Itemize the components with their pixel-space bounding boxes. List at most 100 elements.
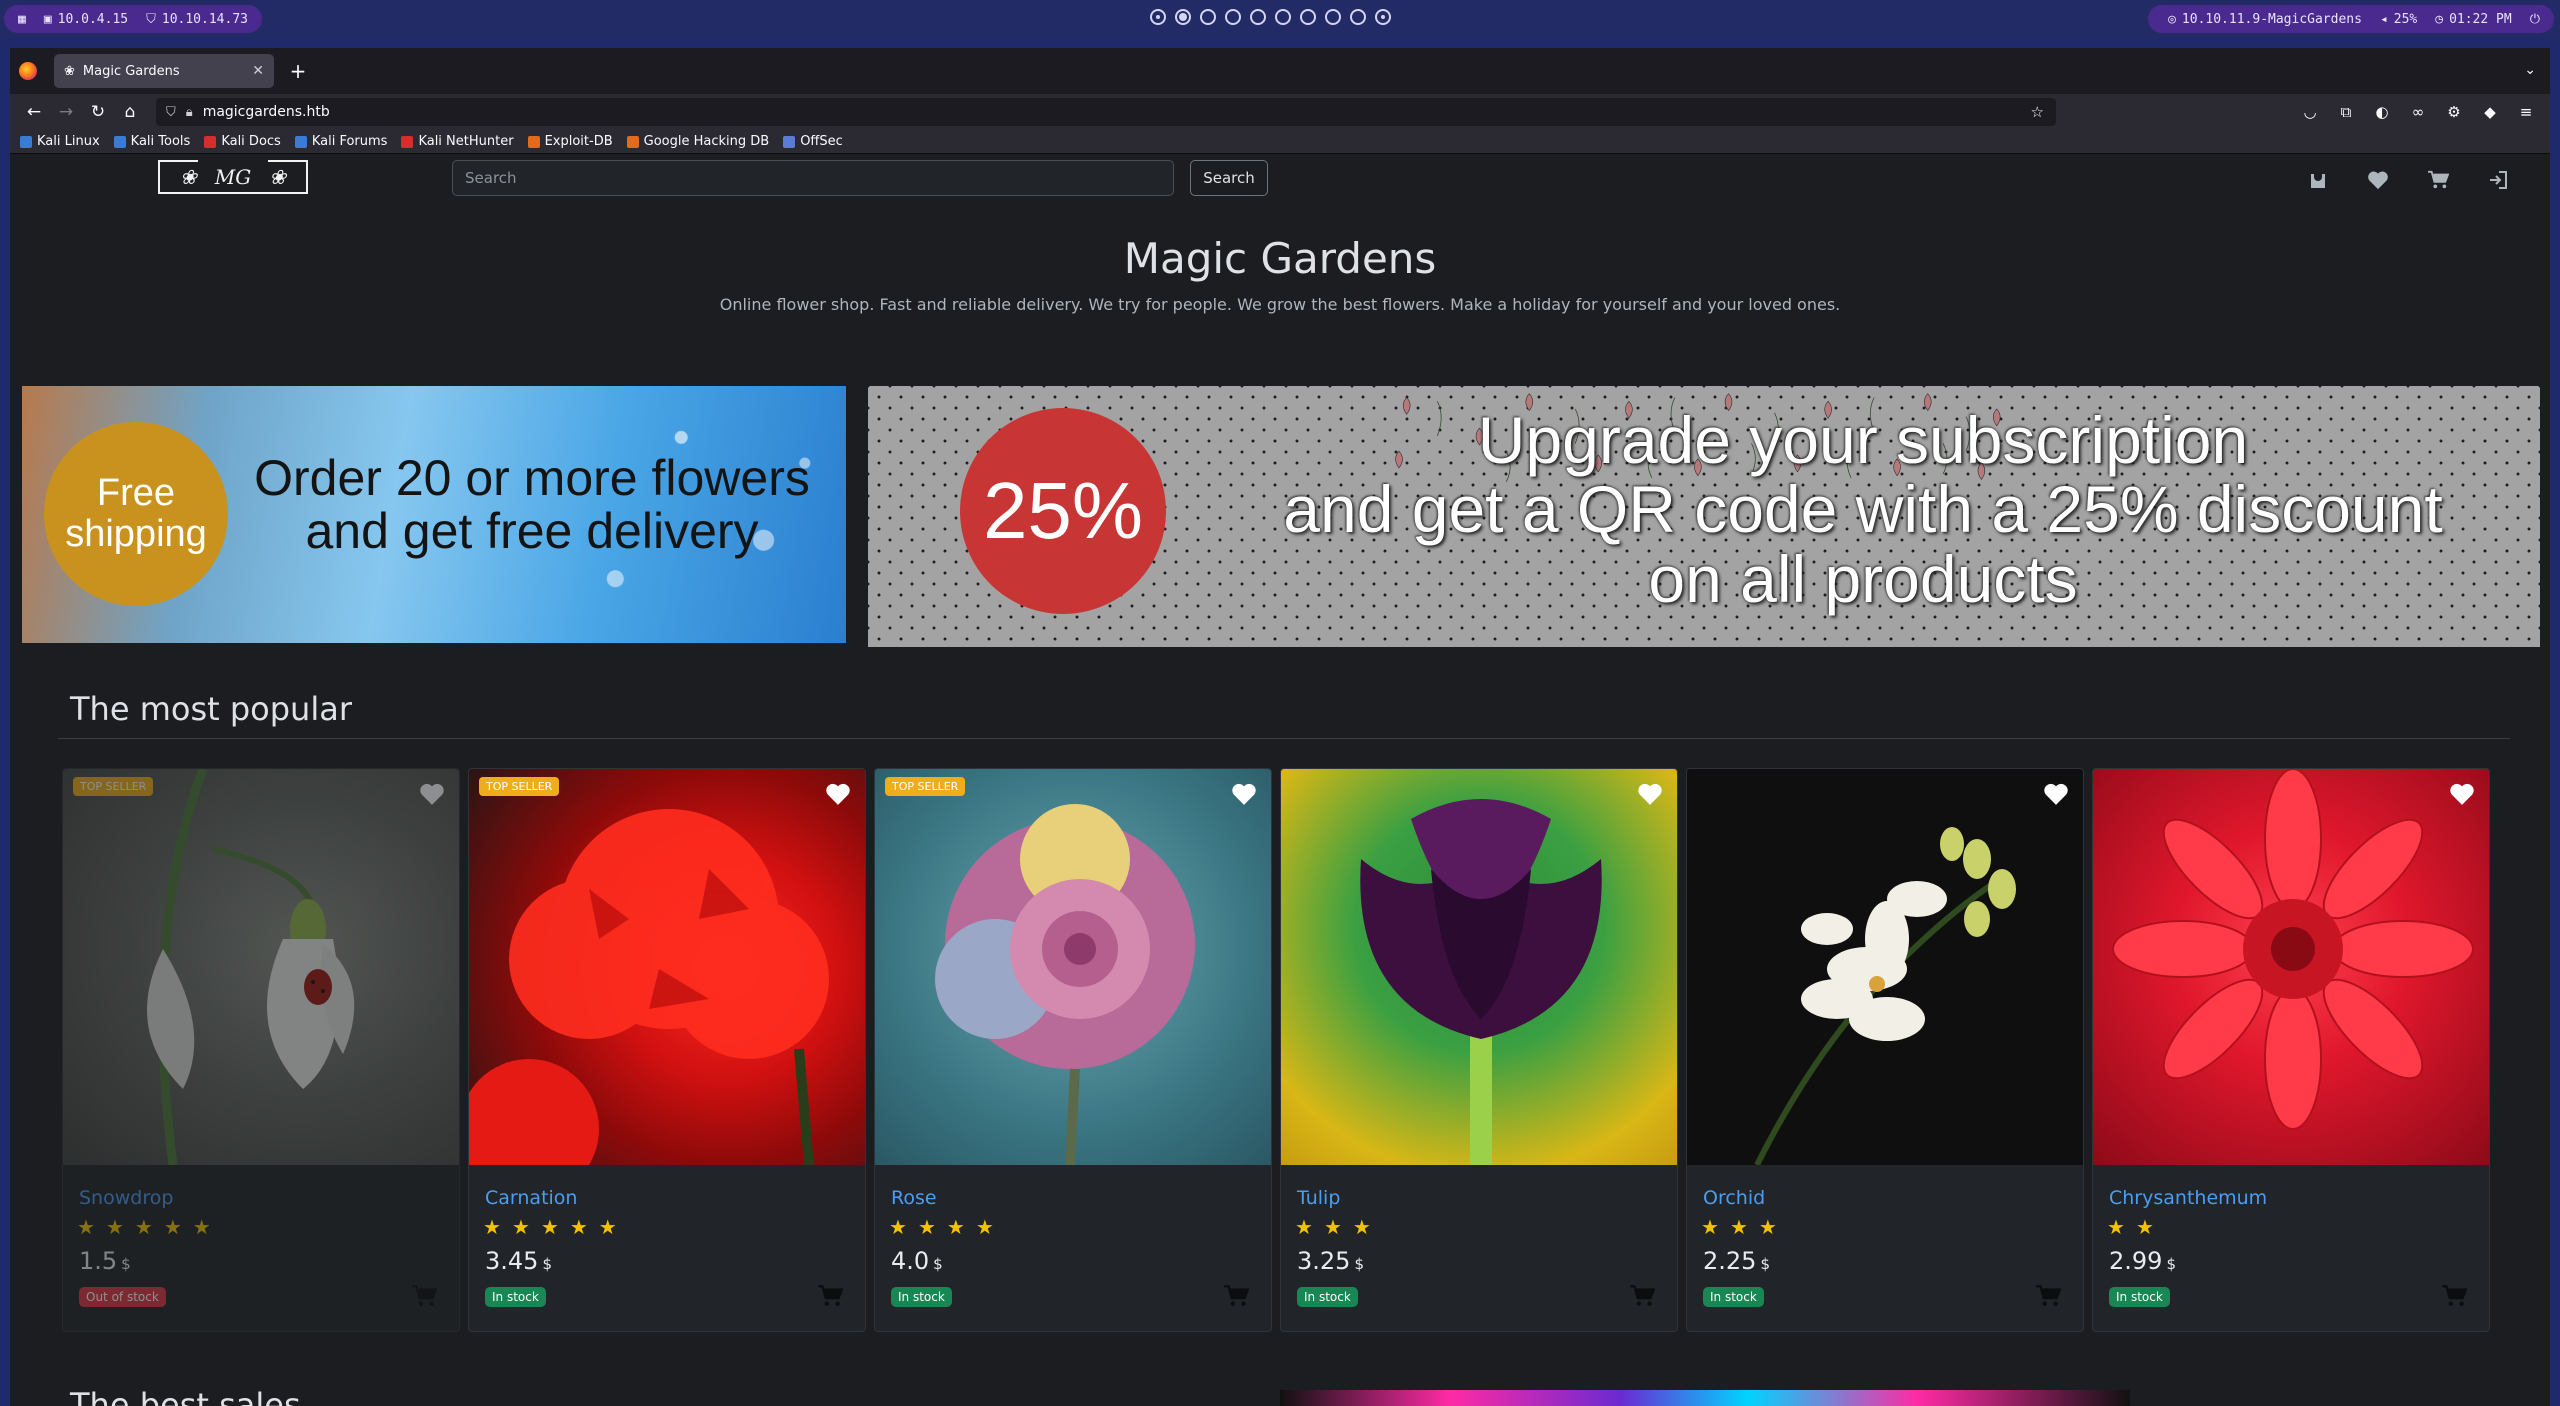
back-button[interactable]: ← — [18, 98, 50, 126]
site-logo[interactable]: ❀ MG ❀ — [158, 160, 308, 194]
workspace-dot[interactable] — [1200, 9, 1216, 25]
rose-image[interactable]: TOP SELLER — [875, 769, 1271, 1165]
add-to-cart-icon[interactable] — [1223, 1283, 1249, 1309]
home-button[interactable]: ⌂ — [114, 98, 146, 126]
product-name[interactable]: Carnation — [485, 1187, 577, 1209]
menu-icon[interactable]: ≡ — [2512, 98, 2540, 126]
star-icon: ★ — [1729, 1215, 1748, 1239]
favorite-heart-icon[interactable] — [419, 781, 445, 807]
product-name[interactable]: Orchid — [1703, 1187, 1765, 1209]
add-to-cart-icon[interactable] — [411, 1283, 437, 1309]
kali-icon — [20, 135, 32, 148]
volume[interactable]: ◂ 25% — [2380, 12, 2417, 27]
stock-badge: In stock — [891, 1287, 952, 1307]
free-shipping-banner[interactable]: Free shipping Order 20 or more flowers a… — [22, 386, 846, 643]
site-header: ❀ MG ❀ Search — [10, 154, 2550, 224]
search-input[interactable] — [452, 160, 1174, 196]
add-to-cart-icon[interactable] — [2441, 1283, 2467, 1309]
bookmark-exploit-db[interactable]: Exploit-DB — [527, 134, 613, 149]
product-name[interactable]: Tulip — [1297, 1187, 1340, 1209]
settings-icon[interactable]: ⚙ — [2440, 98, 2468, 126]
workspace-dot[interactable] — [1375, 9, 1391, 25]
cart-icon[interactable] — [2426, 168, 2450, 192]
bookmark-kali-docs[interactable]: Kali Docs — [204, 134, 281, 149]
workspace-dot-active[interactable] — [1175, 9, 1191, 25]
favorite-heart-icon[interactable] — [825, 781, 851, 807]
ghdb-icon — [626, 135, 639, 148]
bookmark-kali-forums[interactable]: Kali Forums — [294, 134, 387, 149]
login-icon[interactable] — [2486, 168, 2510, 192]
workspace-dot[interactable] — [1275, 9, 1291, 25]
favorite-heart-icon[interactable] — [2043, 781, 2069, 807]
power-icon[interactable]: ⏻ — [2530, 12, 2540, 27]
forward-button[interactable]: → — [50, 98, 82, 126]
firefox-icon[interactable] — [10, 48, 46, 94]
chevron-down-icon[interactable]: ⌄ — [2524, 62, 2536, 78]
addon-icon[interactable]: ◆ — [2476, 98, 2504, 126]
close-icon[interactable]: ✕ — [252, 63, 264, 79]
favorite-heart-icon[interactable] — [2449, 781, 2475, 807]
product-card-rose[interactable]: TOP SELLER Rose ★ ★ ★ ★ 4.0 $ In stock — [874, 768, 1272, 1332]
snowdrop-image[interactable]: TOP SELLER — [63, 769, 459, 1165]
orchid-image[interactable] — [1687, 769, 2083, 1165]
add-to-cart-icon[interactable] — [817, 1283, 843, 1309]
bookmark-offsec[interactable]: OffSec — [783, 134, 843, 149]
star-icon: ★ — [163, 1215, 182, 1239]
add-to-cart-icon[interactable] — [1629, 1283, 1655, 1309]
product-name[interactable]: Chrysanthemum — [2109, 1187, 2267, 1209]
bookmark-star-icon[interactable]: ☆ — [2031, 103, 2044, 121]
star-icon: ★ — [917, 1215, 936, 1239]
star-icon: ★ — [946, 1215, 965, 1239]
product-name[interactable]: Rose — [891, 1187, 937, 1209]
nethunter-icon — [401, 135, 414, 148]
product-name[interactable]: Snowdrop — [79, 1187, 173, 1209]
logo-text: MG — [214, 165, 252, 189]
kali-icon — [113, 135, 126, 148]
orders-bag-icon[interactable] — [2306, 168, 2330, 192]
workspace-dot[interactable] — [1225, 9, 1241, 25]
star-icon: ★ — [569, 1215, 588, 1239]
favorite-heart-icon[interactable] — [1231, 781, 1257, 807]
workspace-dot[interactable] — [1250, 9, 1266, 25]
product-card-tulip[interactable]: Tulip ★ ★ ★ 3.25 $ In stock — [1280, 768, 1678, 1332]
stock-badge: In stock — [1703, 1287, 1764, 1307]
chrysanthemum-image[interactable] — [2093, 769, 2489, 1165]
clock: ◷ 01:22 PM — [2435, 11, 2512, 27]
workspace-dot[interactable] — [1300, 9, 1316, 25]
bookmark-google-hacking-db[interactable]: Google Hacking DB — [626, 134, 769, 149]
product-card-carnation[interactable]: TOP SELLER Carnation ★ ★ ★ ★ ★ 3.45 $ In stoc… — [468, 768, 866, 1332]
heart-icon[interactable] — [2366, 168, 2390, 192]
lock-icon: 🔒︎ — [185, 104, 193, 120]
workspace-dot[interactable] — [1325, 9, 1341, 25]
url-bar[interactable]: ⛉ 🔒︎ magicgardens.htb ☆ — [156, 98, 2056, 126]
search-button[interactable]: Search — [1190, 160, 1268, 196]
add-to-cart-icon[interactable] — [2035, 1283, 2061, 1309]
lotus-icon: ❀ — [180, 165, 197, 189]
apps-grid-icon[interactable]: ▦ — [18, 12, 26, 27]
extensions-icon[interactable]: ⧉ — [2332, 98, 2360, 126]
subscription-banner[interactable]: 25% Upgrade your subscription and get a … — [868, 386, 2540, 647]
workspace-dot[interactable] — [1150, 9, 1166, 25]
tulip-image[interactable] — [1281, 769, 1677, 1165]
favorite-heart-icon[interactable] — [1637, 781, 1663, 807]
bookmark-kali-tools[interactable]: Kali Tools — [113, 134, 190, 149]
product-card-orchid[interactable]: Orchid ★ ★ ★ 2.25 $ In stock — [1686, 768, 2084, 1332]
product-card-chrysanthemum[interactable]: Chrysanthemum ★ ★ 2.99 $ In stock — [2092, 768, 2490, 1332]
new-tab-button[interactable]: + — [284, 57, 312, 85]
pocket-icon[interactable]: ◡ — [2296, 98, 2324, 126]
lotus-icon: ❀ — [269, 165, 286, 189]
section-divider — [58, 738, 2510, 739]
rating-stars: ★ ★ ★ — [1295, 1215, 1371, 1239]
reload-button[interactable]: ↻ — [82, 98, 114, 126]
page-title: Magic Gardens — [1123, 234, 1437, 283]
bookmark-kali-nethunter[interactable]: Kali NetHunter — [401, 134, 514, 149]
carnation-image[interactable]: TOP SELLER — [469, 769, 865, 1165]
product-card-snowdrop[interactable]: TOP SELLER Snowdrop ★ ★ ★ ★ ★ 1.5 $ Out of st… — [62, 768, 460, 1332]
mask-icon[interactable]: ∞ — [2404, 98, 2432, 126]
foxyproxy-icon[interactable]: ◐ — [2368, 98, 2396, 126]
workspace-dot[interactable] — [1350, 9, 1366, 25]
bookmark-kali-linux[interactable]: Kali Linux — [20, 134, 100, 149]
tab-magic-gardens[interactable]: ❀ Magic Gardens ✕ — [54, 54, 274, 88]
star-icon: ★ — [511, 1215, 530, 1239]
star-icon: ★ — [598, 1215, 617, 1239]
